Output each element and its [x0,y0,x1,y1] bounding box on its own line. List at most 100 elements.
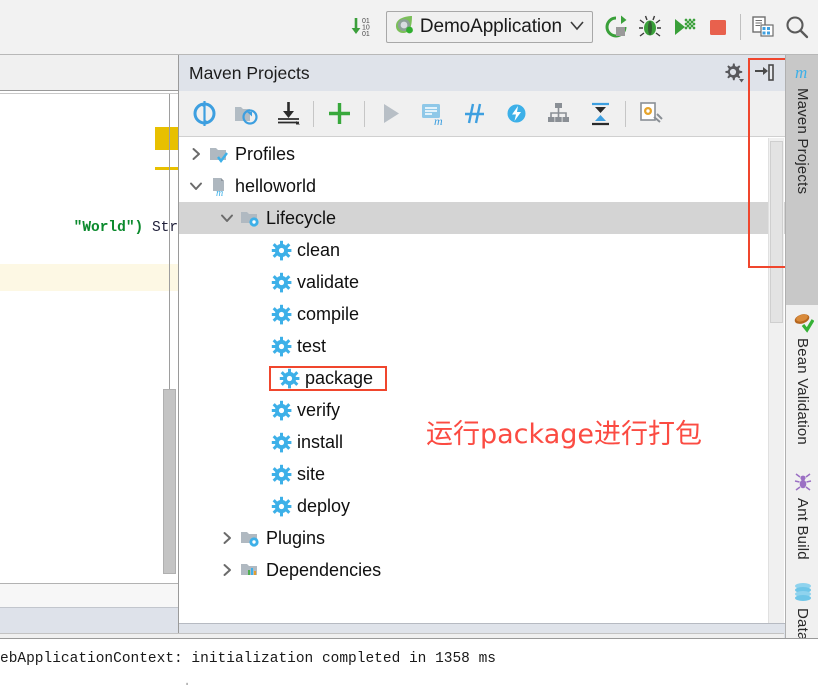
tree-node-content[interactable]: test [269,336,326,357]
svg-text:m: m [216,188,223,197]
tree-node-label: validate [297,271,360,292]
tree-node-content[interactable]: site [269,464,325,485]
svg-text:m: m [434,114,443,127]
tree-row[interactable]: Plugins [179,522,785,554]
chevron-down-icon[interactable] [216,202,238,234]
tree-row[interactable]: compile [179,298,785,330]
sidebar-tab-maven-projects[interactable]: m Maven Projects [786,55,818,305]
tree-row[interactable]: package [179,362,785,394]
folder-gear-icon [238,208,262,229]
editor-text-area[interactable]: "World") String na [0,93,178,620]
execute-maven-goal-icon[interactable]: m [411,94,453,134]
tree-node-label: clean [297,239,341,260]
stop-icon[interactable] [701,9,735,45]
update-binary-icon[interactable]: 01 10 01 [346,9,380,45]
editor-pane: "World") String na [0,55,178,638]
settings-gear-icon[interactable] [719,58,749,88]
maven-panel-title: Maven Projects [189,62,310,83]
tree-node-content[interactable]: m helloworld [207,176,316,197]
tree-node-content[interactable]: Profiles [207,144,295,165]
maven-goal-icon [269,464,293,485]
toolbar-divider [740,14,741,40]
toggle-skip-tests-icon[interactable] [453,94,495,134]
maven-panel-toolbar: m [179,91,785,137]
database-icon [792,580,814,604]
right-tool-window-bar: m Maven Projects Bean Validation Ant Bui… [785,55,818,674]
sidebar-tab-ant-build[interactable]: Ant Build [786,465,818,575]
reimport-all-maven-projects-icon[interactable] [183,94,225,134]
maven-module-icon: m [207,176,231,197]
collapse-all-icon[interactable] [579,94,621,134]
tree-row[interactable]: site [179,458,785,490]
tree-node-content[interactable]: compile [269,304,359,325]
highlighted-goal[interactable]: package [269,365,388,391]
chevron-right-icon[interactable] [216,522,238,554]
rerun-icon[interactable] [599,9,633,45]
toggle-offline-mode-icon[interactable] [495,94,537,134]
tree-arrow-placeholder [247,426,269,458]
maven-goal-icon [269,432,293,453]
tree-node-label: helloworld [235,175,317,196]
tree-row[interactable]: m helloworld [179,170,785,202]
run-configuration-selector[interactable]: DemoApplication [385,11,593,43]
tree-arrow-placeholder [247,362,269,394]
annotation-text: 运行package进行打包 [426,419,702,450]
tree-node-label: test [297,335,327,356]
tree-node-content[interactable]: Plugins [238,528,325,549]
maven-goal-icon [277,368,301,389]
tree-row[interactable]: clean [179,234,785,266]
folder-check-icon [207,144,231,165]
maven-goal-icon [269,336,293,357]
show-dependencies-icon[interactable] [537,94,579,134]
tree-arrow-placeholder [247,394,269,426]
tree-node-content[interactable]: Dependencies [238,560,381,581]
tree-row[interactable]: deploy [179,490,785,522]
tree-node-content[interactable]: install [269,432,343,453]
tree-row[interactable]: Lifecycle [179,202,785,234]
chevron-down-icon[interactable] [568,16,586,39]
tree-row[interactable]: Dependencies [179,554,785,586]
tree-node-content[interactable]: clean [269,240,340,261]
code-line: "World") String na [4,204,178,252]
tree-node-label: package [305,367,374,388]
tree-row[interactable]: Profiles [179,138,785,170]
run-with-coverage-icon[interactable] [667,9,701,45]
tree-node-label: install [297,431,344,452]
editor-scrollbar-thumb[interactable] [163,389,176,574]
add-maven-project-icon[interactable] [318,94,360,134]
sidebar-tab-bean-validation[interactable]: Bean Validation [786,305,818,465]
debug-bug-icon[interactable] [633,9,667,45]
tree-node-content[interactable]: Lifecycle [238,208,336,229]
sidebar-tab-label: Ant Build [794,498,811,560]
search-icon[interactable] [780,9,814,45]
generate-sources-and-update-folders-icon[interactable] [225,94,267,134]
maven-project-tree[interactable]: Profiles m helloworld Lifecycle clean validat… [179,138,785,623]
chevron-right-icon[interactable] [185,138,207,170]
tree-node-content[interactable]: deploy [269,496,350,517]
tree-node-label: Profiles [235,143,296,164]
svg-text:01: 01 [362,31,370,38]
download-sources-and-docs-icon[interactable] [267,94,309,134]
code-token-keyword: String [151,220,178,236]
tree-node-content[interactable]: verify [269,400,340,421]
bean-validation-icon [792,310,814,334]
tree-node-label: compile [297,303,360,324]
maven-goal-icon [269,240,293,261]
tree-row[interactable]: test [179,330,785,362]
error-stripe-marker[interactable] [155,127,178,150]
chevron-down-icon[interactable] [185,170,207,202]
tree-node-content[interactable]: validate [269,272,359,293]
maven-toolbar-divider [313,100,314,127]
change-stripe-marker[interactable] [155,167,178,170]
maven-settings-icon[interactable] [630,94,672,134]
chevron-right-icon[interactable] [216,554,238,586]
tree-arrow-placeholder [247,330,269,362]
tree-arrow-placeholder [247,298,269,330]
project-structure-icon[interactable] [746,9,780,45]
editor-tab-strip[interactable] [0,55,178,91]
run-configuration-name: DemoApplication [419,16,562,37]
console-output-panel[interactable]: ebApplicationContext: initialization com… [0,638,818,692]
run-maven-build-icon[interactable] [369,94,411,134]
spring-leaf-icon [392,13,415,41]
tree-row[interactable]: validate [179,266,785,298]
